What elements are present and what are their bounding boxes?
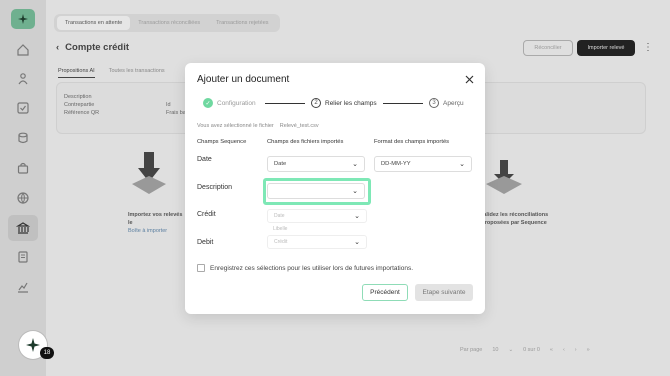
globe-icon[interactable] (15, 190, 31, 206)
label-credit: Crédit (197, 211, 216, 218)
chart-icon[interactable] (15, 279, 31, 295)
date-format-select[interactable]: DD-MM-YY ⌄ (374, 156, 472, 172)
file-name: Relevé_test.csv (279, 123, 319, 129)
save-selection-checkbox[interactable] (197, 264, 205, 272)
tab-rejected[interactable]: Transactions rejetées (208, 16, 276, 30)
more-options-icon[interactable]: ⋮ (643, 42, 653, 53)
validate-hint: Validez les réconciliations proposées pa… (480, 212, 549, 226)
option-libelle[interactable]: Libelle (267, 224, 367, 234)
bag-icon[interactable] (15, 160, 31, 176)
prev-page-icon[interactable]: ‹ (563, 347, 565, 353)
home-icon[interactable] (15, 42, 31, 58)
label-debit: Debit (197, 239, 214, 246)
field-list: Description Contrepartie Référence QR (64, 94, 100, 116)
import-illustration-icon (130, 150, 170, 200)
pagination: Par page 10 ⌄ 0 sur 0 « ‹ › » (460, 347, 590, 353)
per-page-select[interactable]: 10 (492, 347, 498, 353)
chevron-down-icon: ⌄ (352, 161, 358, 168)
reconcile-button[interactable]: Réconcilier (523, 40, 573, 56)
first-page-icon[interactable]: « (550, 347, 553, 353)
import-hint: Importez vos relevés le Boîte à importer (128, 212, 183, 235)
tab-pending[interactable]: Transactions en attente (57, 16, 131, 30)
tab-reconciled[interactable]: Transactions réconciliées (130, 16, 208, 30)
check-icon: ✓ (203, 98, 213, 108)
sub-tabs: Propositions AI Toutes les transactions (58, 68, 165, 78)
step-divider (383, 103, 423, 104)
last-page-icon[interactable]: » (587, 347, 590, 353)
date-field-select[interactable]: Date ⌄ (267, 156, 365, 172)
stepper: ✓ Configuration 2 Relier les champs 3 Ap… (203, 98, 471, 110)
modal-title: Ajouter un document (197, 74, 290, 85)
import-box-link[interactable]: Boîte à importer (128, 227, 182, 235)
add-document-modal: Ajouter un document ✓ Configuration 2 Re… (185, 63, 485, 314)
label-date: Date (197, 156, 212, 163)
sidebar: 18 (0, 0, 54, 376)
chevron-down-icon: ⌄ (354, 239, 360, 246)
label-description: Description (197, 184, 233, 191)
validate-illustration-icon (484, 158, 524, 198)
selected-file-info: Vous avez sélectionné le fichier Relevé_t… (197, 123, 319, 129)
back-arrow-icon[interactable]: ‹ (56, 42, 59, 53)
header-imported-fields: Champs des fichiers importés (267, 139, 344, 145)
next-page-icon[interactable]: › (575, 347, 577, 353)
header-field-format: Format des champs importés (374, 139, 450, 145)
step-preview: 3 Aperçu (429, 98, 464, 108)
chevron-down-icon: ⌄ (352, 188, 358, 195)
option-date[interactable]: Date ⌄ (267, 209, 367, 223)
tab-all-transactions[interactable]: Toutes les transactions (109, 68, 165, 78)
people-icon[interactable] (15, 71, 31, 87)
chevron-down-icon: ⌄ (459, 161, 465, 168)
header-sequence-fields: Champs Sequence (197, 139, 247, 145)
transaction-tabs: Transactions en attente Transactions réc… (54, 14, 280, 32)
import-statement-button[interactable]: Importer relevé (577, 40, 635, 56)
next-step-button[interactable]: Etape suivante (415, 284, 473, 301)
step-link-fields: 2 Relier les champs (311, 98, 377, 108)
field-options-dropdown: Date ⌄ Libelle Crédit ⌄ (267, 209, 367, 261)
close-icon[interactable] (463, 73, 475, 85)
coins-icon[interactable] (15, 130, 31, 146)
tab-ai-proposals[interactable]: Propositions AI (58, 68, 95, 78)
bank-icon[interactable] (15, 220, 31, 236)
check-square-icon[interactable] (15, 100, 31, 116)
sequence-logo-icon[interactable] (11, 9, 35, 29)
page-title: ‹ Compte crédit (56, 42, 130, 53)
chevron-down-icon: ⌄ (354, 213, 360, 220)
step-divider (265, 103, 305, 104)
chevron-down-icon: ⌄ (508, 347, 514, 353)
option-credit[interactable]: Crédit ⌄ (267, 235, 367, 249)
previous-button[interactable]: Précédent (362, 284, 408, 301)
step-configuration: ✓ Configuration (203, 98, 256, 108)
description-field-select[interactable]: ⌄ (267, 183, 365, 199)
save-selection-row: Enregistrez ces sélections pour les util… (197, 264, 413, 272)
field-list-2: Id Frais ba (166, 102, 186, 116)
document-icon[interactable] (15, 249, 31, 265)
